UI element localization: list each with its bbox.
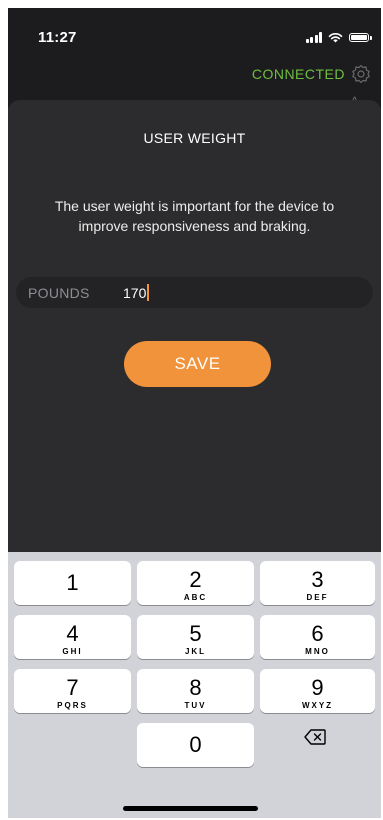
key-4[interactable]: 4 GHI [14,615,131,659]
key-number: 3 [311,567,324,592]
key-letters: MNO [305,647,330,656]
key-0[interactable]: 0 [137,723,254,767]
key-number: 8 [189,675,202,700]
key-number: 4 [66,621,79,646]
key-2[interactable]: 2 ABC [137,561,254,605]
key-letters: WXYZ [301,701,334,710]
gear-icon[interactable] [351,64,371,84]
numeric-keypad: 1 2 ABC 3 DEF 4 GHI 5 JKL 6 MNO 7 PQRS 8… [8,552,381,818]
save-button[interactable]: SAVE [124,341,271,387]
dialog-description: The user weight is important for the dev… [54,198,335,234]
key-8[interactable]: 8 TUV [137,669,254,713]
key-letters: TUV [184,701,207,710]
text-cursor [147,284,150,301]
key-5[interactable]: 5 JKL [137,615,254,659]
key-number: 6 [311,621,324,646]
key-7[interactable]: 7 PQRS [14,669,131,713]
backspace-icon [303,729,326,745]
key-letters: PQRS [57,701,88,710]
dialog-title: USER WEIGHT [143,130,246,146]
key-3[interactable]: 3 DEF [260,561,375,605]
key-number: 9 [311,675,324,700]
key-6[interactable]: 6 MNO [260,615,375,659]
wifi-icon [328,32,343,42]
user-weight-dialog: USER WEIGHT The user weight is important… [8,100,381,560]
key-number: 1 [66,570,79,595]
status-time: 11:27 [38,29,77,46]
weight-unit-label: POUNDS [28,284,90,301]
status-bar: 11:27 [8,8,381,58]
key-9[interactable]: 9 WXYZ [260,669,375,713]
key-number: 0 [189,732,202,757]
key-letters: DEF [306,593,329,602]
key-1[interactable]: 1 [14,561,131,605]
key-number: 5 [189,621,202,646]
phone-screen: 11:27 CONNECTED ^ USER WEIGHT The user w… [8,8,381,818]
battery-icon [349,32,372,42]
weight-input-field[interactable]: POUNDS 170 [16,277,373,308]
connection-status: CONNECTED [251,66,345,82]
cellular-signal-icon [305,31,322,43]
key-number: 2 [189,567,202,592]
key-number: 7 [66,675,79,700]
key-letters: ABC [183,593,208,602]
backspace-key[interactable] [256,715,373,759]
key-letters: GHI [62,647,83,656]
home-indicator [123,806,258,811]
weight-input-value[interactable]: 170 [123,285,146,301]
status-icons [305,30,372,44]
key-letters: JKL [184,647,207,656]
